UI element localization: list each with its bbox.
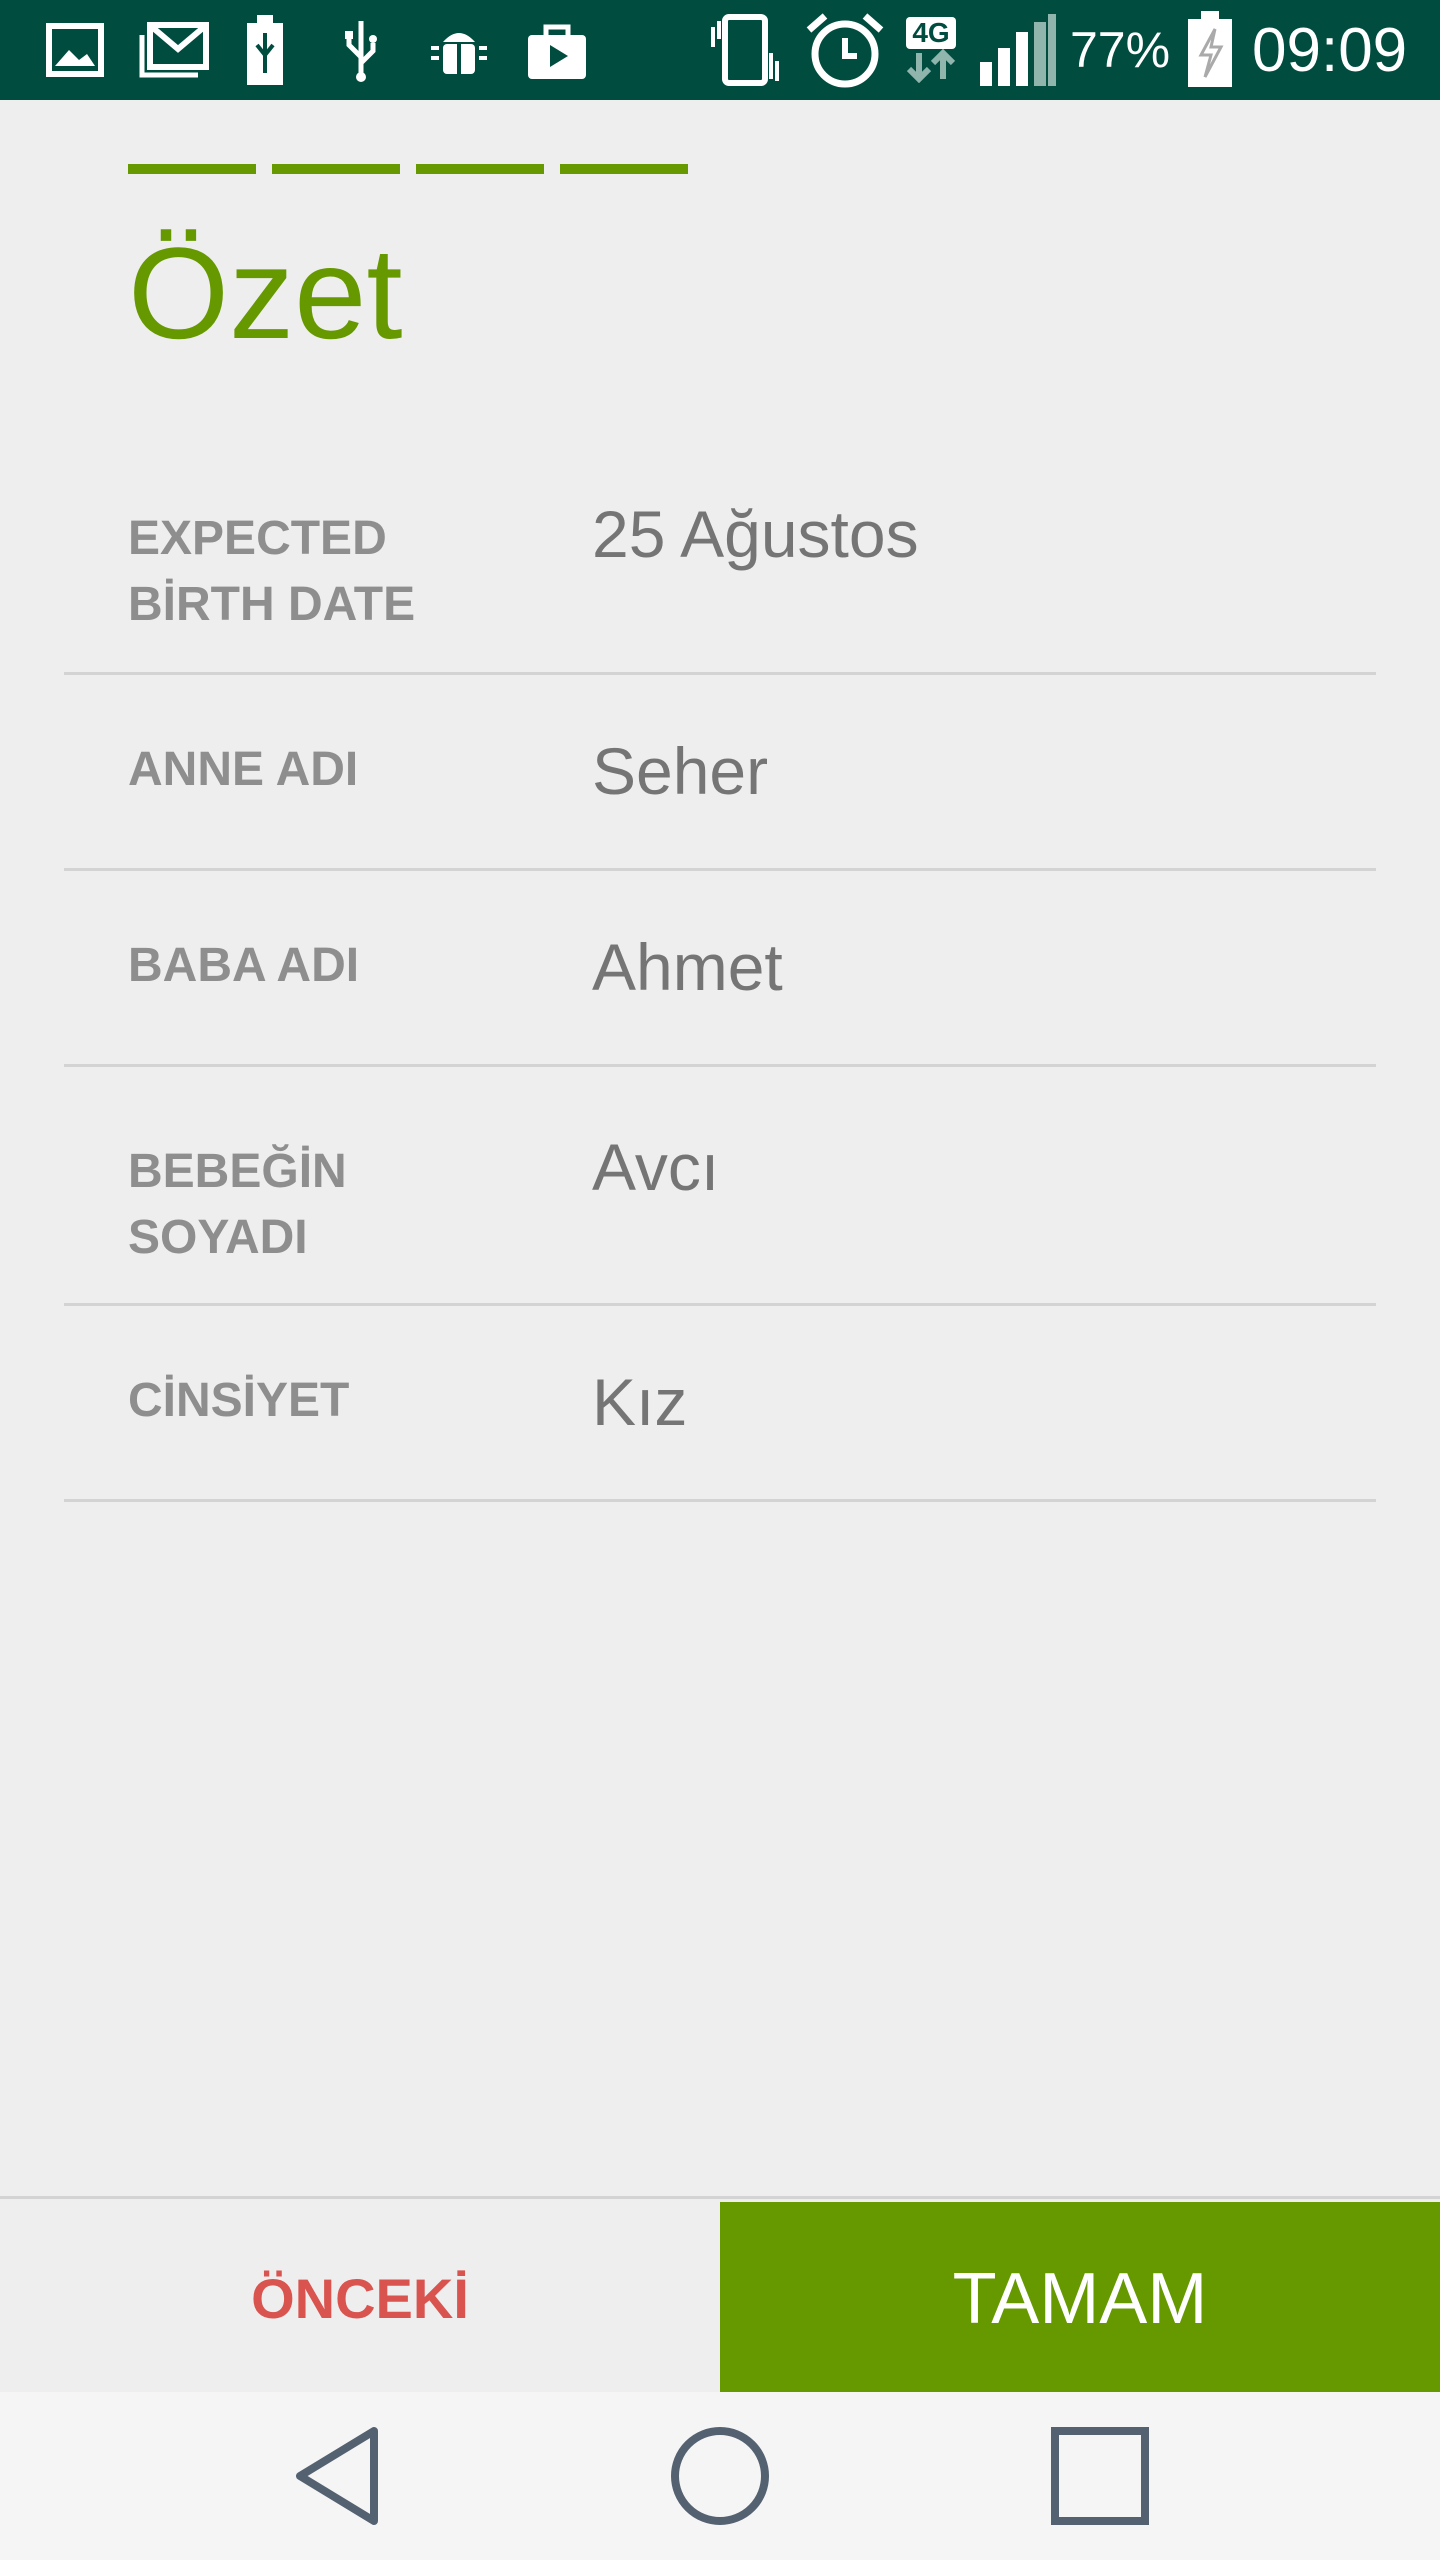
done-button[interactable]: TAMAM <box>720 2202 1440 2395</box>
back-triangle-icon <box>296 2427 378 2525</box>
summary-row-expected-birth-date: EXPECTED BİRTH DATE 25 Ağustos <box>64 470 1376 675</box>
navigation-bar <box>0 2392 1440 2560</box>
vibrate-icon <box>700 0 790 100</box>
summary-row-gender: CİNSİYET Kız <box>64 1306 1376 1502</box>
battery-charging-icon <box>1180 0 1240 100</box>
previous-button[interactable]: ÖNCEKİ <box>0 2202 720 2395</box>
row-label: BABA ADI <box>128 939 360 992</box>
page-title: Özet <box>128 220 403 366</box>
row-label: ANNE ADI <box>128 743 359 796</box>
wizard-button-bar: ÖNCEKİ TAMAM <box>0 2196 1440 2395</box>
progress-step <box>128 164 256 174</box>
signal-icon <box>976 0 1060 100</box>
summary-row-mother-name: ANNE ADI Seher <box>64 675 1376 871</box>
image-icon <box>40 0 110 100</box>
home-circle-icon <box>671 2427 769 2525</box>
battery-percent: 77% <box>1070 22 1171 78</box>
progress-step <box>272 164 400 174</box>
network-type-badge: 4G <box>906 17 956 49</box>
gmail-icon <box>134 0 214 100</box>
summary-row-father-name: BABA ADI Ahmet <box>64 871 1376 1067</box>
battery-usb-icon <box>240 0 290 100</box>
shopping-bag-icon <box>522 0 592 100</box>
home-nav-button[interactable] <box>620 2392 820 2560</box>
recents-square-icon <box>1051 2427 1149 2525</box>
usb-icon <box>336 0 386 100</box>
android-debug-icon <box>424 0 494 100</box>
network-4g-icon: 4G <box>896 0 966 100</box>
row-value: 25 Ağustos <box>592 497 919 571</box>
progress-step <box>560 164 688 174</box>
row-label: EXPECTED BİRTH DATE <box>128 512 416 631</box>
progress-step <box>416 164 544 174</box>
back-nav-button[interactable] <box>240 2392 440 2560</box>
row-value: Kız <box>592 1365 688 1439</box>
row-label: CİNSİYET <box>128 1374 350 1427</box>
row-value: Ahmet <box>592 930 783 1004</box>
recents-nav-button[interactable] <box>1000 2392 1200 2560</box>
summary-row-baby-surname: BEBEĞİN SOYADI Avcı <box>64 1067 1376 1306</box>
alarm-icon <box>800 0 890 100</box>
row-value: Seher <box>592 734 769 808</box>
wizard-progress <box>128 164 688 174</box>
row-value: Avcı <box>592 1130 720 1204</box>
clock: 09:09 <box>1252 15 1408 85</box>
row-label: BEBEĞİN SOYADI <box>128 1145 347 1264</box>
status-bar: 4G 77% 09:09 <box>0 0 1440 100</box>
